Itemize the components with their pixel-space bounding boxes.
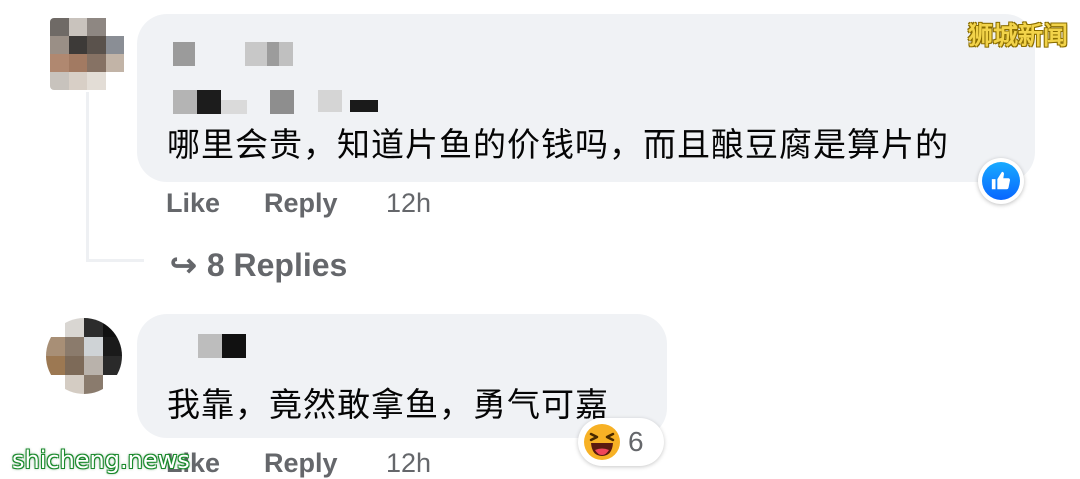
view-replies-button[interactable]: ↪ 8 Replies (170, 246, 347, 284)
timestamp[interactable]: 12h (386, 448, 431, 479)
like-button[interactable]: Like (166, 188, 220, 219)
reply-button[interactable]: Reply (264, 448, 338, 479)
watermark-site-name: 狮城新闻 (967, 21, 1068, 50)
reply-arrow-icon: ↪ (170, 247, 197, 283)
replies-count-label: 8 Replies (206, 246, 348, 283)
timestamp[interactable]: 12h (386, 188, 431, 219)
watermark-site-url: shicheng.news (12, 446, 190, 474)
comment-text: 我靠，竟然敢拿鱼，勇气可嘉 (167, 385, 609, 424)
comment-text: 哪里会贵，知道片鱼的价钱吗，而且酿豆腐是算片的 (167, 125, 949, 164)
reply-button[interactable]: Reply (264, 188, 338, 219)
reaction-count: 6 (628, 426, 644, 457)
like-icon (982, 162, 1020, 200)
thread-connector-curve (86, 259, 144, 262)
avatar[interactable] (46, 318, 122, 394)
reaction-badge[interactable]: 6 (578, 418, 664, 466)
laughing-emoji-icon (584, 424, 620, 460)
avatar[interactable] (50, 18, 124, 90)
thread-connector-line (86, 92, 89, 262)
reaction-badge[interactable] (978, 158, 1024, 204)
